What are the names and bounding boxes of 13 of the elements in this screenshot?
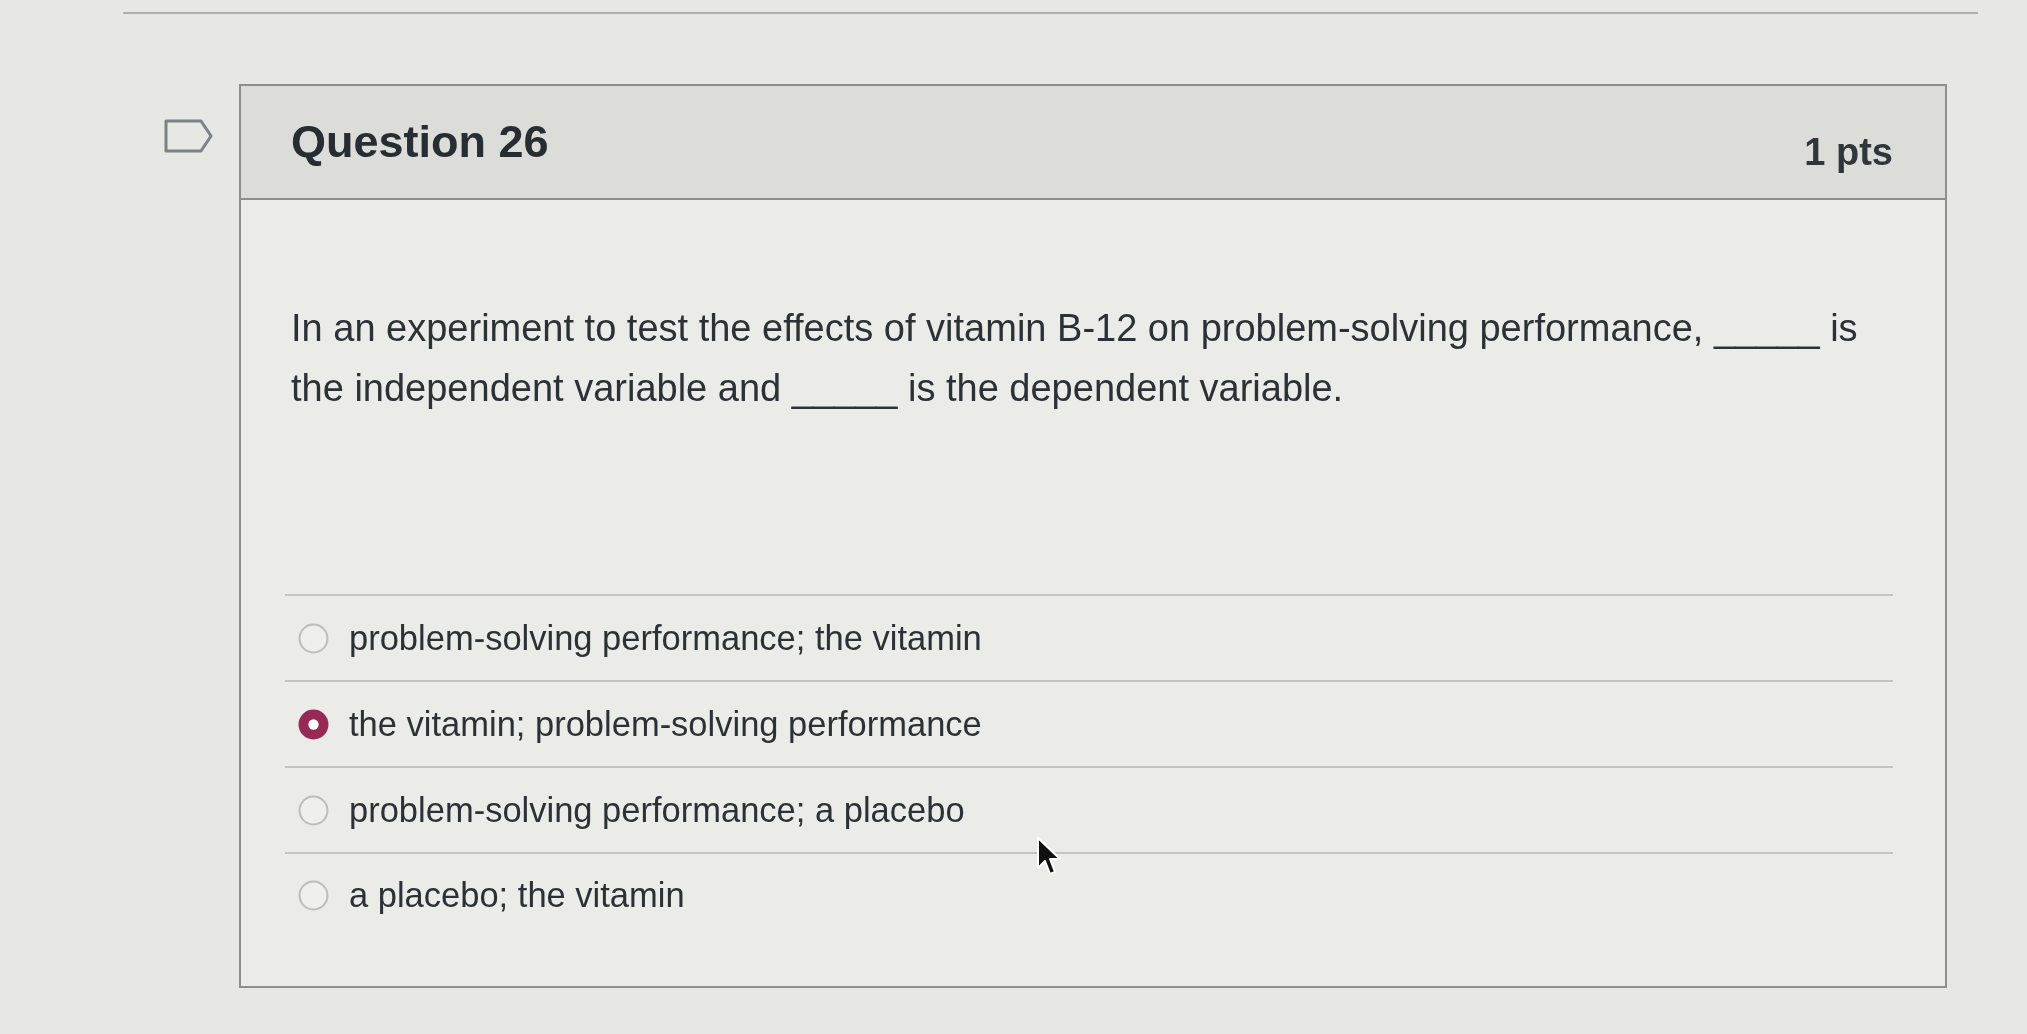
answer-label[interactable]: the vitamin; problem-solving performance: [349, 704, 982, 744]
radio-button[interactable]: [298, 708, 329, 740]
radio-button[interactable]: [298, 622, 329, 654]
flag-icon[interactable]: [164, 119, 213, 153]
radio-button[interactable]: [298, 879, 329, 911]
answer-label[interactable]: problem-solving performance; the vitamin: [349, 618, 982, 658]
answer-label[interactable]: a placebo; the vitamin: [349, 875, 685, 915]
answer-label[interactable]: problem-solving performance; a placebo: [349, 790, 965, 830]
radio-button[interactable]: [298, 794, 329, 826]
question-text: In an experiment to test the effects of vitamin B-12 on problem-solving performance, _____ is the independent variable and _____ is the dependent variable.: [291, 306, 1859, 411]
points-label: 1 pts: [1804, 130, 1893, 174]
question-title: Question 26: [291, 116, 549, 168]
mouse-pointer-icon: [1036, 836, 1062, 878]
